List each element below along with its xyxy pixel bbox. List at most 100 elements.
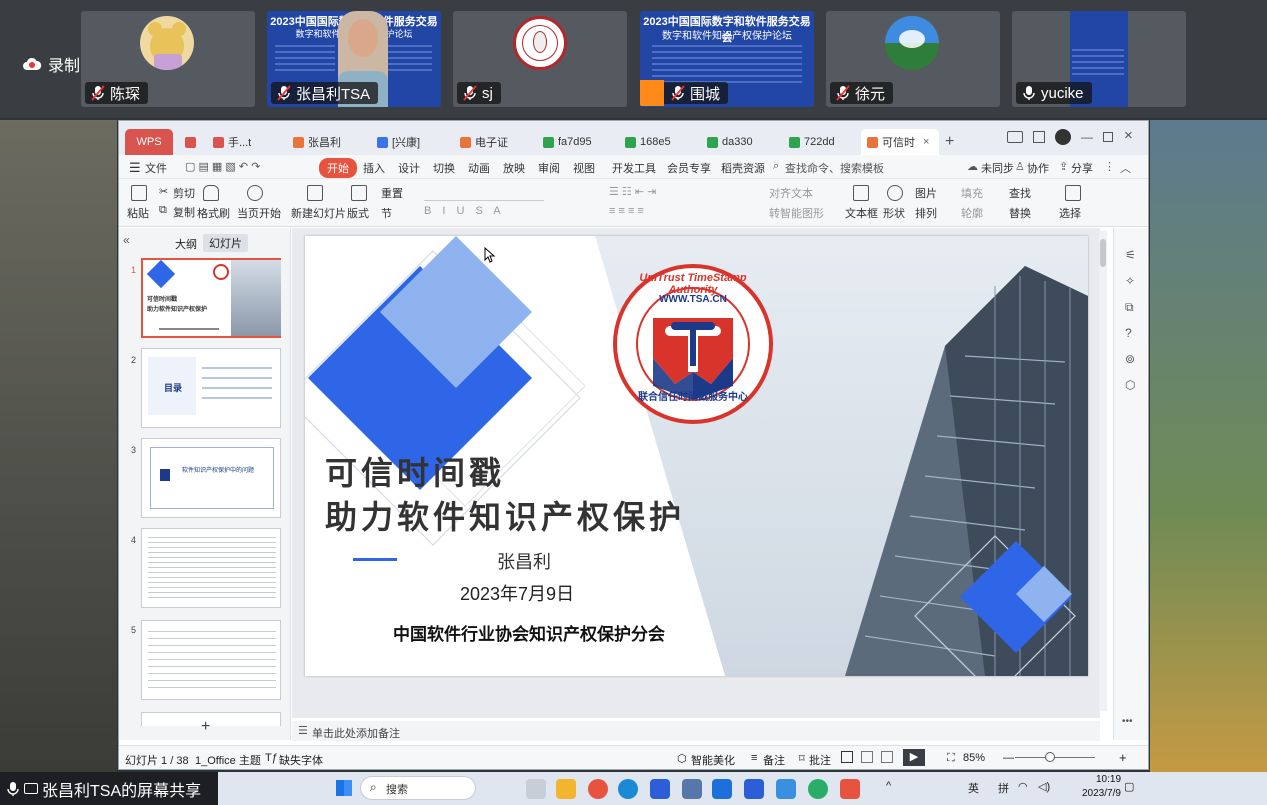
reset-button[interactable]: 重置 (381, 185, 403, 201)
tab-outline[interactable]: 大纲 (175, 236, 197, 252)
outline-button[interactable]: 轮廓 (961, 205, 983, 221)
normal-view-icon[interactable] (841, 751, 853, 763)
help-icon[interactable]: ? (1125, 326, 1132, 340)
slide[interactable]: WWW.TSA.CN UniTrust TimeStamp Authority … (305, 236, 1088, 676)
chevron-up-icon[interactable]: ^ (886, 780, 891, 792)
slide-thumbnail[interactable] (141, 528, 281, 608)
missing-font-button[interactable]: 缺失字体 (279, 752, 323, 768)
sorter-view-icon[interactable] (861, 751, 873, 763)
photos-icon[interactable] (776, 779, 796, 799)
more-icon[interactable]: ⋮ (1104, 160, 1115, 173)
slide-thumbnail[interactable] (141, 712, 281, 726)
paste-button[interactable]: 粘贴 (127, 205, 149, 221)
cut-button[interactable]: 剪切 (173, 185, 195, 201)
maximize-icon[interactable] (1103, 132, 1113, 142)
layout-button[interactable]: 版式 (347, 205, 369, 221)
menu-view[interactable]: 视图 (573, 160, 595, 176)
avatar[interactable] (1055, 129, 1071, 145)
tab-doc[interactable]: 168e5 (619, 129, 677, 155)
volume-icon[interactable]: ◁) (1038, 780, 1050, 793)
arrange-button[interactable]: 排列 (915, 205, 937, 221)
menu-home[interactable]: 开始 (319, 158, 357, 178)
wps-office-icon[interactable] (840, 779, 860, 799)
shape-button[interactable]: 形状 (883, 205, 905, 221)
menu-transition[interactable]: 切换 (433, 160, 455, 176)
slide-thumbnail[interactable]: 目录 (141, 348, 281, 428)
menu-design[interactable]: 设计 (398, 160, 420, 176)
zoom-slider[interactable] (1015, 757, 1095, 758)
picture-button[interactable]: 图片 (915, 185, 937, 201)
align-buttons[interactable]: ≡ ≡ ≡ ≡ (609, 205, 644, 217)
replace-button[interactable]: 替换 (1009, 205, 1031, 221)
properties-icon[interactable]: ⚟ (1125, 248, 1136, 262)
slide-thumbnail-active[interactable]: 可信时间戳 助力软件知识产权保护 (141, 258, 281, 338)
menu-file[interactable]: 文件 (145, 160, 167, 176)
app-icon[interactable] (744, 779, 764, 799)
menu-review[interactable]: 审阅 (538, 160, 560, 176)
tab-doc[interactable]: 722dd (783, 129, 841, 155)
notification-icon[interactable]: ▢ (1124, 780, 1134, 793)
minimize-icon[interactable]: — (1081, 130, 1093, 144)
screen-share-label[interactable]: 张昌利TSA的屏幕共享 (0, 772, 218, 805)
theme-name[interactable]: 1_Office 主题 (195, 752, 261, 768)
new-tab-button[interactable]: + (939, 129, 960, 155)
collab-button[interactable]: 协作 (1027, 160, 1049, 176)
close-icon[interactable]: × (923, 136, 929, 148)
zoom-out-button[interactable]: — (1003, 752, 1014, 764)
grid-icon[interactable] (1033, 131, 1045, 143)
cube-icon[interactable]: ⬡ (1125, 378, 1135, 392)
text-box-button[interactable]: 文本框 (845, 205, 878, 221)
paste-icon[interactable] (131, 185, 147, 201)
app-icon[interactable] (650, 779, 670, 799)
vertical-scrollbar[interactable] (1099, 231, 1107, 711)
tab-wps-home[interactable]: WPS (125, 129, 173, 155)
tab-doc[interactable]: 手...t (207, 129, 257, 155)
font-family-select[interactable] (424, 183, 544, 201)
notes-button[interactable]: 备注 (763, 752, 785, 768)
task-view-icon[interactable] (526, 779, 546, 799)
zoom-level[interactable]: 85% (963, 752, 985, 764)
smart-shape-button[interactable]: 转智能图形 (769, 205, 824, 221)
wps-icon[interactable] (588, 779, 608, 799)
quick-access-icons[interactable]: ▢ ▤ ▦ ▧ ↶ ↷ (185, 160, 260, 173)
sync-status[interactable]: 未同步 (981, 160, 1014, 176)
fill-button[interactable]: 填充 (961, 185, 983, 201)
participant-tile[interactable]: 2023中国国际数字和软件服务交易会 数字和软件知识产权保护论坛 张昌利TSA (267, 11, 441, 107)
ime-label[interactable]: 英 (968, 780, 979, 796)
search-app-icon[interactable] (682, 779, 702, 799)
window-layout-icon[interactable] (1007, 131, 1023, 143)
slide-thumbnail[interactable]: 软件知识产权保护中的问题 (141, 438, 281, 518)
zoom-in-button[interactable]: + (1119, 750, 1127, 765)
fit-icon[interactable]: ⛶ (947, 752, 955, 765)
animation-icon[interactable]: ✧ (1125, 274, 1135, 288)
collapse-pane-icon[interactable]: « (123, 233, 130, 247)
tab-doc[interactable]: [兴康] (371, 129, 426, 155)
add-slide-button[interactable]: + (201, 718, 210, 736)
format-painter-button[interactable]: 格式刷 (197, 205, 230, 221)
play-slideshow-button[interactable]: ▶ (903, 749, 925, 766)
close-window-icon[interactable]: × (1124, 127, 1133, 144)
command-search[interactable]: 查找命令、搜索模板 (785, 160, 884, 176)
slide-thumbnail[interactable] (141, 620, 281, 700)
menu-insert[interactable]: 插入 (363, 160, 385, 176)
scrollbar-thumb[interactable] (1100, 239, 1106, 267)
font-format-buttons[interactable]: B I U S A (424, 205, 505, 217)
tab-doc[interactable] (179, 129, 202, 155)
menu-docer[interactable]: 稻壳资源 (721, 160, 765, 176)
tab-slides[interactable]: 幻灯片 (203, 234, 248, 252)
file-explorer-icon[interactable] (556, 779, 576, 799)
share-button[interactable]: 分享 (1071, 160, 1093, 176)
find-button[interactable]: 查找 (1009, 185, 1031, 201)
participant-tile[interactable]: sj (453, 11, 627, 107)
tab-doc[interactable]: fa7d95 (537, 129, 598, 155)
ime2-label[interactable]: 拼 (998, 780, 1009, 796)
start-from-current-button[interactable]: 当页开始 (237, 205, 281, 221)
tab-doc[interactable]: da330 (701, 129, 759, 155)
menu-developer[interactable]: 开发工具 (612, 160, 656, 176)
reading-view-icon[interactable] (881, 751, 893, 763)
participant-tile[interactable]: 2023中国国际数字和软件服务交易会 数字和软件知识产权保护论坛 围城 (640, 11, 814, 107)
start-icon[interactable] (336, 780, 352, 796)
wechat-icon[interactable] (808, 779, 828, 799)
new-slide-button[interactable]: 新建幻灯片 (291, 205, 346, 221)
copy-icon[interactable]: ⧉ (1125, 300, 1134, 315)
